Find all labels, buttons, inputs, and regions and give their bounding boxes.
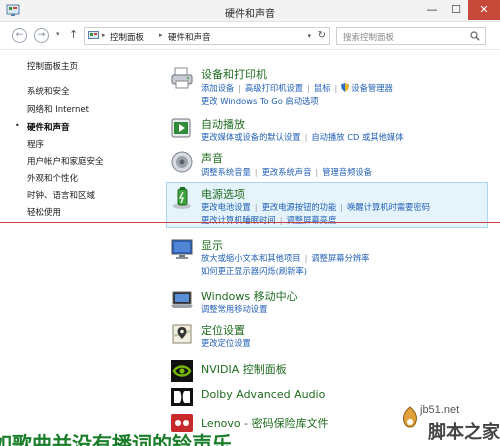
link-mobility-settings[interactable]: 调整常用移动设置 [201,304,267,314]
nvidia-heading[interactable]: NVIDIA 控制面板 [201,361,287,377]
watermark-logo [403,406,417,428]
link-separator: | [307,83,310,93]
link-require-password-wake[interactable]: 唤醒计算机时需要密码 [347,202,430,212]
link-separator: | [334,83,338,93]
power-links-row: 更改电池设置 | 更改电源按钮的功能 | 唤醒计算机时需要密码 [201,201,430,213]
link-refresh-rate[interactable]: 如何更正显示器闪烁(刷新率) [201,266,307,276]
autoplay-heading[interactable]: 自动播放 [201,116,245,132]
sound-heading[interactable]: 声音 [201,150,223,166]
link-separator: | [304,253,308,263]
power-links-row-2: 更改计算机睡眠时间 | 调整屏幕亮度 [201,214,336,226]
nav-user-accounts[interactable]: 用户帐户和家庭安全 [27,155,104,167]
navigation-bar: ← → ▾ ↑ ▸ 控制面板 ▸ 硬件和声音 ▾ ↻ 搜索控制面板 [0,22,500,50]
monitor-icon [171,239,193,259]
watermark-name: 脚本之家 [428,422,500,442]
breadcrumb-separator-icon: ▸ [102,31,106,39]
breadcrumb-control-panel[interactable]: 控制面板 [110,31,144,43]
up-button[interactable]: ↑ [69,28,78,41]
close-button[interactable]: ✕ [468,0,500,20]
nav-system-security[interactable]: 系统和安全 [27,85,70,97]
back-button[interactable]: ← [12,28,27,43]
link-separator: | [279,215,283,225]
display-heading[interactable]: 显示 [201,237,223,253]
nav-ease-of-access[interactable]: 轻松使用 [27,206,61,218]
refresh-icon[interactable]: ↻ [318,30,326,41]
red-annotation-line [0,222,500,223]
mobility-links-row: 调整常用移动设置 [201,303,267,315]
power-options-heading[interactable]: 电源选项 [201,186,245,202]
devices-links-row-2: 更改 Windows To Go 启动选项 [201,95,319,107]
dolby-icon [171,388,193,406]
display-links-row-2: 如何更正显示器闪烁(刷新率) [201,265,307,277]
location-settings-heading[interactable]: 定位设置 [201,322,245,338]
nvidia-icon [171,360,193,382]
link-separator: | [238,83,241,93]
link-change-sleep-time[interactable]: 更改计算机睡眠时间 [201,215,276,225]
nav-control-panel-home[interactable]: 控制面板主页 [27,60,78,72]
speaker-icon [171,151,193,173]
link-change-location-settings[interactable]: 更改定位设置 [201,338,251,348]
link-power-button-function[interactable]: 更改电源按钮的功能 [262,202,337,212]
link-advanced-printer-setup[interactable]: 高级打印机设置 [245,83,303,93]
maximize-button[interactable]: ☐ [444,0,468,20]
link-adjust-volume[interactable]: 调整系统音量 [201,167,251,177]
uac-shield-icon [341,83,350,92]
nav-programs[interactable]: 程序 [27,138,44,150]
active-bullet: • [15,121,20,130]
link-change-battery-settings[interactable]: 更改电池设置 [201,202,251,212]
link-separator: | [315,167,319,177]
recent-locations-button[interactable]: ▾ [56,30,60,38]
nav-appearance[interactable]: 外观和个性化 [27,172,78,184]
link-separator: | [254,167,258,177]
link-windows-to-go-startup[interactable]: 更改 Windows To Go 启动选项 [201,96,319,106]
autoplay-icon [171,118,191,138]
link-text-size[interactable]: 放大或缩小文本和其他项目 [201,253,301,263]
location-icon [172,324,192,344]
location-links-row: 更改定位设置 [201,337,251,349]
breadcrumb-hardware-sound[interactable]: 硬件和声音 [168,31,211,43]
autoplay-links-row: 更改媒体或设备的默认设置 | 自动播放 CD 或其他媒体 [201,131,404,143]
printer-icon [171,67,193,89]
dolby-heading[interactable]: Dolby Advanced Audio [201,388,325,401]
sound-links-row: 调整系统音量 | 更改系统声音 | 管理音频设备 [201,166,372,178]
search-icon[interactable] [470,31,480,41]
link-device-manager[interactable]: 设备管理器 [351,83,393,93]
nav-network-internet[interactable]: 网络和 Internet [27,103,89,115]
link-mouse[interactable]: 鼠标 [314,83,331,93]
link-add-device[interactable]: 添加设备 [201,83,234,93]
address-bar[interactable]: ▸ 控制面板 ▸ 硬件和声音 ▾ ↻ [84,27,330,45]
control-panel-icon [88,31,99,39]
link-screen-resolution[interactable]: 调整屏幕分辨率 [311,253,369,263]
search-box[interactable]: 搜索控制面板 [336,27,486,45]
mobility-center-heading[interactable]: Windows 移动中心 [201,288,298,304]
link-separator: | [254,202,258,212]
nav-hardware-sound[interactable]: 硬件和声音 [27,121,70,133]
overlay-caption: 如歌曲并没有播词的铃声乐 [0,432,232,446]
address-dropdown-icon[interactable]: ▾ [307,32,311,40]
link-autoplay-cd[interactable]: 自动播放 CD 或其他媒体 [311,132,403,142]
link-separator: | [304,132,308,142]
devices-links-row: 添加设备 | 高级打印机设置 | 鼠标 | 设备管理器 [201,82,393,94]
nav-clock-language-region[interactable]: 时钟、语言和区域 [27,189,95,201]
watermark-site: jb51.net [420,404,460,416]
search-placeholder: 搜索控制面板 [343,33,395,43]
link-change-system-sounds[interactable]: 更改系统声音 [262,167,312,177]
link-manage-audio-devices[interactable]: 管理音频设备 [322,167,372,177]
title-bar: 硬件和声音 — ☐ ✕ [0,0,500,22]
link-separator: | [340,202,344,212]
devices-printers-heading[interactable]: 设备和打印机 [201,66,267,82]
mobility-center-icon [171,291,193,308]
display-links-row: 放大或缩小文本和其他项目 | 调整屏幕分辨率 [201,252,369,264]
forward-button[interactable]: → [34,28,49,43]
minimize-button[interactable]: — [420,0,444,20]
link-adjust-brightness[interactable]: 调整屏幕亮度 [286,215,336,225]
breadcrumb-separator-icon: ▸ [159,31,163,39]
link-change-media-defaults[interactable]: 更改媒体或设备的默认设置 [201,132,301,142]
power-options-icon [173,187,191,209]
